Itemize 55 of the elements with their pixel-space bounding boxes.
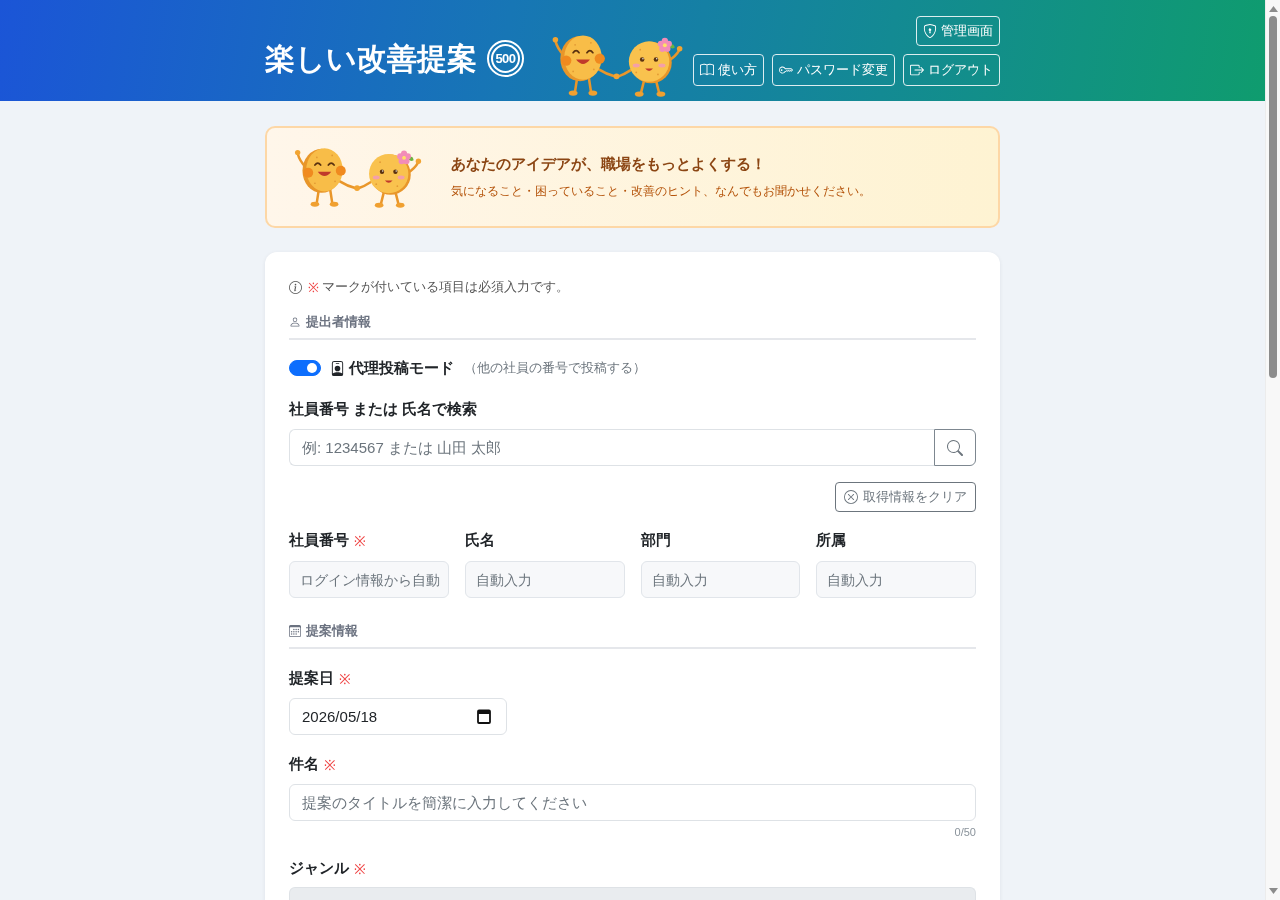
field-label: 部門 [640,530,671,550]
search-button[interactable] [934,429,976,466]
proxy-mode-label: 代理投稿モード [349,358,454,378]
field-label: 所属 [816,530,847,550]
field-label: 氏名 [464,530,495,550]
calendar-icon [289,625,301,637]
field-label: ジャンル [289,858,349,878]
admin-button[interactable]: 管理画面 [916,16,1000,46]
text-field[interactable]: 自動入力 [816,561,976,598]
info-icon [289,280,302,294]
clear-button[interactable]: 取得情報をクリア [835,482,976,512]
app-title: 楽しい改善提案 [265,40,477,77]
key-icon [779,63,793,77]
section-title: 提案情報 [306,622,358,640]
field-label: 社員番号 [289,530,349,550]
field-label: 提案日 [289,668,334,688]
cookie-mascot-drawing [552,35,616,96]
book-icon [700,63,714,77]
person-icon [289,316,301,328]
banner-text: 気になること・困っていること・改善のヒント、なんでもお聞かせください。 [451,182,871,200]
required-mark: ※ [324,755,336,774]
required-mark: ※ [354,859,366,878]
date-field[interactable]: 2026/05/18 [289,698,507,735]
section-title: 提出者情報 [306,313,371,331]
scroll-up-arrow-icon[interactable] [1268,6,1278,12]
char-counter: 0/50 [954,825,976,839]
text-field[interactable]: 自動入力 [640,561,801,598]
search-label: 社員番号 または 氏名で検索 [289,399,478,419]
cookie-mascot-drawing [295,147,357,207]
required-mark: ※ [354,531,366,550]
text-field[interactable]: 自動入力 [464,561,625,598]
count-badge: 500 [487,40,524,77]
logout-icon [910,63,924,77]
search-field[interactable]: 例: 1234567 または 山田 太郎 [289,429,934,466]
flower-cookie-mascot-drawing [354,150,422,208]
search-icon [947,439,963,456]
scrollbar-thumb[interactable] [1269,16,1277,378]
proxy-mode-note: （他の社員の番号で投稿する） [464,359,646,377]
header-button[interactable]: ログアウト [903,54,1000,86]
calendar-icon [477,709,491,724]
subject-field[interactable]: 提案のタイトルを簡潔に入力してください [289,784,976,821]
shield-icon [923,24,937,38]
required-note-text: マークが付いている項目は必須入力です。 [322,278,569,296]
proxy-mode-switch[interactable] [289,360,321,376]
required-mark: ※ [339,669,351,688]
flower-cookie-mascot-drawing [613,37,683,97]
scroll-down-arrow-icon[interactable] [1268,888,1278,894]
id-badge-icon [330,360,345,376]
field-label: 件名 [289,754,319,774]
header-button[interactable]: 使い方 [693,54,764,86]
text-field[interactable]: ログイン情報から自動 [289,561,449,598]
required-mark: ※ [308,279,319,296]
close-circle-icon [844,490,858,504]
header-button[interactable]: パスワード変更 [772,54,895,86]
banner-title: あなたのアイデアが、職場をもっとよくする！ [451,154,766,174]
